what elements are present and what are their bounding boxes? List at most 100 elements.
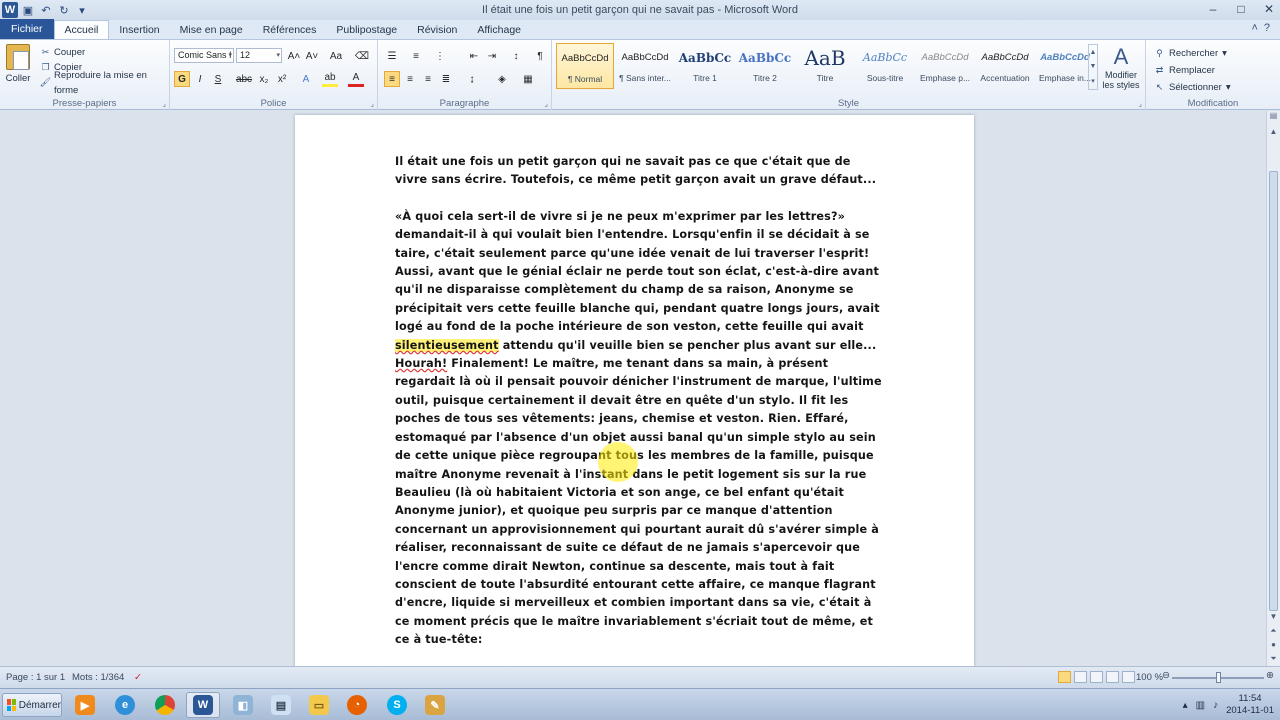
speaker-icon[interactable]: ♪ [1213, 700, 1218, 711]
shading-icon[interactable]: ◈ [494, 71, 510, 87]
paragraph-2[interactable]: «À quoi cela sert-il de vivre si je ne p… [395, 208, 885, 650]
vertical-scrollbar[interactable]: ▤ ▲ ▼ ⏶ ● ⏷ [1266, 111, 1280, 666]
word-icon[interactable]: W [186, 692, 220, 718]
font-size-select[interactable]: 12 ▾ [236, 48, 282, 63]
tab-fichier[interactable]: Fichier [0, 19, 54, 39]
grow-font-icon[interactable]: A˄ [286, 48, 302, 64]
decrease-indent-icon[interactable]: ⇤ [466, 48, 482, 64]
clipboard-launcher-icon[interactable]: ⌟ [162, 99, 166, 108]
align-left-icon[interactable]: ≡ [384, 71, 400, 87]
replace-button[interactable]: ⇄ Remplacer [1154, 62, 1231, 79]
strikethrough-icon[interactable]: abc [236, 71, 252, 87]
zoom-slider-handle[interactable] [1216, 672, 1221, 683]
more-styles-icon[interactable]: ▾ [1091, 77, 1095, 85]
network-icon[interactable]: ▥ [1196, 700, 1205, 711]
select-button[interactable]: ↖ Sélectionner ▾ [1154, 79, 1231, 96]
word-count[interactable]: Mots : 1/364 [72, 672, 124, 683]
style-emphasis[interactable]: AaBbCcDd Accentuation [976, 43, 1034, 89]
italic-button[interactable]: I [192, 71, 208, 87]
paste-button[interactable]: Coller [4, 44, 32, 84]
font-launcher-icon[interactable]: ⌟ [370, 99, 374, 108]
full-screen-icon[interactable] [1074, 671, 1087, 683]
tab-references[interactable]: Références [253, 21, 327, 39]
document-text[interactable]: Il était une fois un petit garçon qui ne… [395, 153, 885, 666]
modify-styles-button[interactable]: A Modifier les styles [1100, 44, 1142, 90]
media-player-icon[interactable]: ▶ [68, 692, 102, 718]
page-count[interactable]: Page : 1 sur 1 [6, 672, 65, 683]
shrink-font-icon[interactable]: A˅ [304, 48, 320, 64]
subscript-icon[interactable]: x₂ [256, 71, 272, 87]
firefox-icon[interactable]: ◔ [340, 692, 374, 718]
multilevel-list-icon[interactable]: ⋮ [432, 48, 448, 64]
clock[interactable]: 11:54 2014-11-01 [1226, 693, 1274, 717]
skype-icon[interactable]: S [380, 692, 414, 718]
paint-icon[interactable]: ✎ [418, 692, 452, 718]
tab-publipostage[interactable]: Publipostage [326, 21, 407, 39]
folder-icon[interactable]: ▭ [302, 692, 336, 718]
collapse-ribbon-icon[interactable]: ˄ [1251, 22, 1257, 34]
superscript-icon[interactable]: x² [274, 71, 290, 87]
format-painter-button[interactable]: 🖌 Reproduire la mise en forme [40, 70, 169, 96]
undo-icon[interactable]: ↶ [38, 2, 54, 18]
bold-button[interactable]: G [174, 71, 190, 87]
tab-insertion[interactable]: Insertion [109, 21, 169, 39]
font-name-select[interactable]: Comic Sans I ▾ [174, 48, 234, 63]
line-spacing-icon[interactable]: ↨ [464, 71, 480, 87]
increase-indent-icon[interactable]: ⇥ [484, 48, 500, 64]
borders-icon[interactable]: ▦ [520, 71, 536, 87]
align-center-icon[interactable]: ≡ [402, 71, 418, 87]
help-icon[interactable]: ? [1264, 22, 1270, 34]
notepad-icon[interactable]: ▤ [264, 692, 298, 718]
word-logo-icon[interactable]: W [2, 2, 18, 18]
chrome-icon[interactable] [148, 692, 182, 718]
scroll-thumb[interactable] [1269, 171, 1278, 611]
clear-format-icon[interactable]: ⌫ [354, 48, 370, 64]
styles-launcher-icon[interactable]: ⌟ [1138, 99, 1142, 108]
scroll-up-icon[interactable]: ▲ [1267, 125, 1280, 139]
tab-accueil[interactable]: Accueil [53, 20, 110, 39]
misspelled-word[interactable]: Hourah! [395, 357, 447, 370]
tab-affichage[interactable]: Affichage [467, 21, 531, 39]
cut-button[interactable]: ✂ Couper [40, 45, 169, 60]
scroll-down-icon[interactable]: ▼ [1267, 610, 1280, 624]
chevron-down-icon[interactable]: ▼ [1090, 63, 1097, 70]
paragraph-1[interactable]: Il était une fois un petit garçon qui ne… [395, 153, 885, 190]
style-subtle-emphasis[interactable]: AaBbCcDd Emphase p... [916, 43, 974, 89]
change-case-icon[interactable]: Aa [328, 48, 344, 64]
print-layout-icon[interactable] [1058, 671, 1071, 683]
previous-page-icon[interactable]: ⏶ [1267, 624, 1280, 638]
app-icon[interactable]: ◧ [226, 692, 260, 718]
tab-revision[interactable]: Révision [407, 21, 467, 39]
tab-mise-en-page[interactable]: Mise en page [170, 21, 253, 39]
minimize-icon[interactable]: – [1206, 2, 1220, 16]
browse-object-icon[interactable]: ● [1267, 638, 1280, 652]
save-icon[interactable]: ▣ [20, 2, 36, 18]
show-hidden-icons-icon[interactable]: ▴ [1183, 700, 1188, 711]
document-page[interactable]: Il était une fois un petit garçon qui ne… [295, 115, 974, 666]
pilcrow-icon[interactable]: ¶ [532, 48, 548, 64]
sort-icon[interactable]: ↕ [508, 48, 524, 64]
style-heading-1[interactable]: AaBbCc Titre 1 [676, 43, 734, 89]
bullets-icon[interactable]: ☰ [384, 48, 400, 64]
ruler-toggle-icon[interactable]: ▤ [1267, 111, 1280, 125]
misspelled-word[interactable]: silentieusement [395, 338, 499, 352]
text-effects-icon[interactable]: A [298, 71, 314, 87]
style-intense-emphasis[interactable]: AaBbCcDd Emphase in... [1036, 43, 1094, 89]
numbering-icon[interactable]: ≡ [408, 48, 424, 64]
zoom-out-icon[interactable]: ⊖ [1162, 670, 1170, 681]
underline-button[interactable]: S [210, 71, 226, 87]
style-title[interactable]: AaB Titre [796, 43, 854, 89]
zoom-in-icon[interactable]: ⊕ [1266, 670, 1274, 681]
align-right-icon[interactable]: ≡ [420, 71, 436, 87]
styles-scroll[interactable]: ▲ ▼ ▾ [1088, 44, 1098, 90]
paragraph-launcher-icon[interactable]: ⌟ [544, 99, 548, 108]
next-page-icon[interactable]: ⏷ [1267, 652, 1280, 666]
outline-icon[interactable] [1106, 671, 1119, 683]
style-heading-2[interactable]: AaBbCc Titre 2 [736, 43, 794, 89]
customize-icon[interactable]: ▾ [74, 2, 90, 18]
proofing-icon[interactable]: ✓ [134, 672, 142, 683]
find-button[interactable]: ⚲ Rechercher ▾ [1154, 45, 1231, 62]
close-icon[interactable]: ✕ [1262, 2, 1276, 16]
redo-icon[interactable]: ↻ [56, 2, 72, 18]
chevron-up-icon[interactable]: ▲ [1090, 49, 1097, 56]
